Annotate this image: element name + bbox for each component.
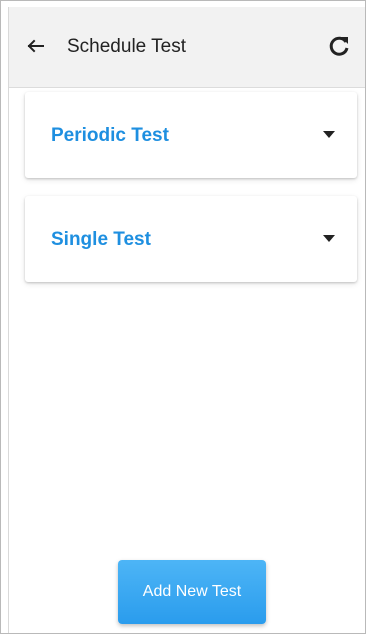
refresh-icon bbox=[329, 36, 349, 56]
periodic-test-label: Periodic Test bbox=[51, 125, 169, 146]
caret-down-icon bbox=[323, 235, 335, 242]
app-screen: Schedule Test Periodic Test Single Test … bbox=[8, 7, 365, 633]
back-button[interactable] bbox=[23, 33, 49, 59]
refresh-button[interactable] bbox=[325, 32, 353, 60]
single-test-label: Single Test bbox=[51, 229, 151, 250]
screenshot-frame: Schedule Test Periodic Test Single Test … bbox=[0, 0, 366, 634]
arrow-left-icon bbox=[27, 39, 44, 53]
top-app-bar: Schedule Test bbox=[9, 7, 365, 88]
caret-down-icon bbox=[323, 131, 335, 138]
test-sections: Periodic Test Single Test Add New Test bbox=[9, 88, 365, 633]
single-test-dropdown[interactable]: Single Test bbox=[25, 196, 357, 282]
periodic-test-dropdown[interactable]: Periodic Test bbox=[25, 92, 357, 178]
add-new-test-button[interactable]: Add New Test bbox=[118, 560, 266, 624]
page-title: Schedule Test bbox=[67, 36, 187, 57]
